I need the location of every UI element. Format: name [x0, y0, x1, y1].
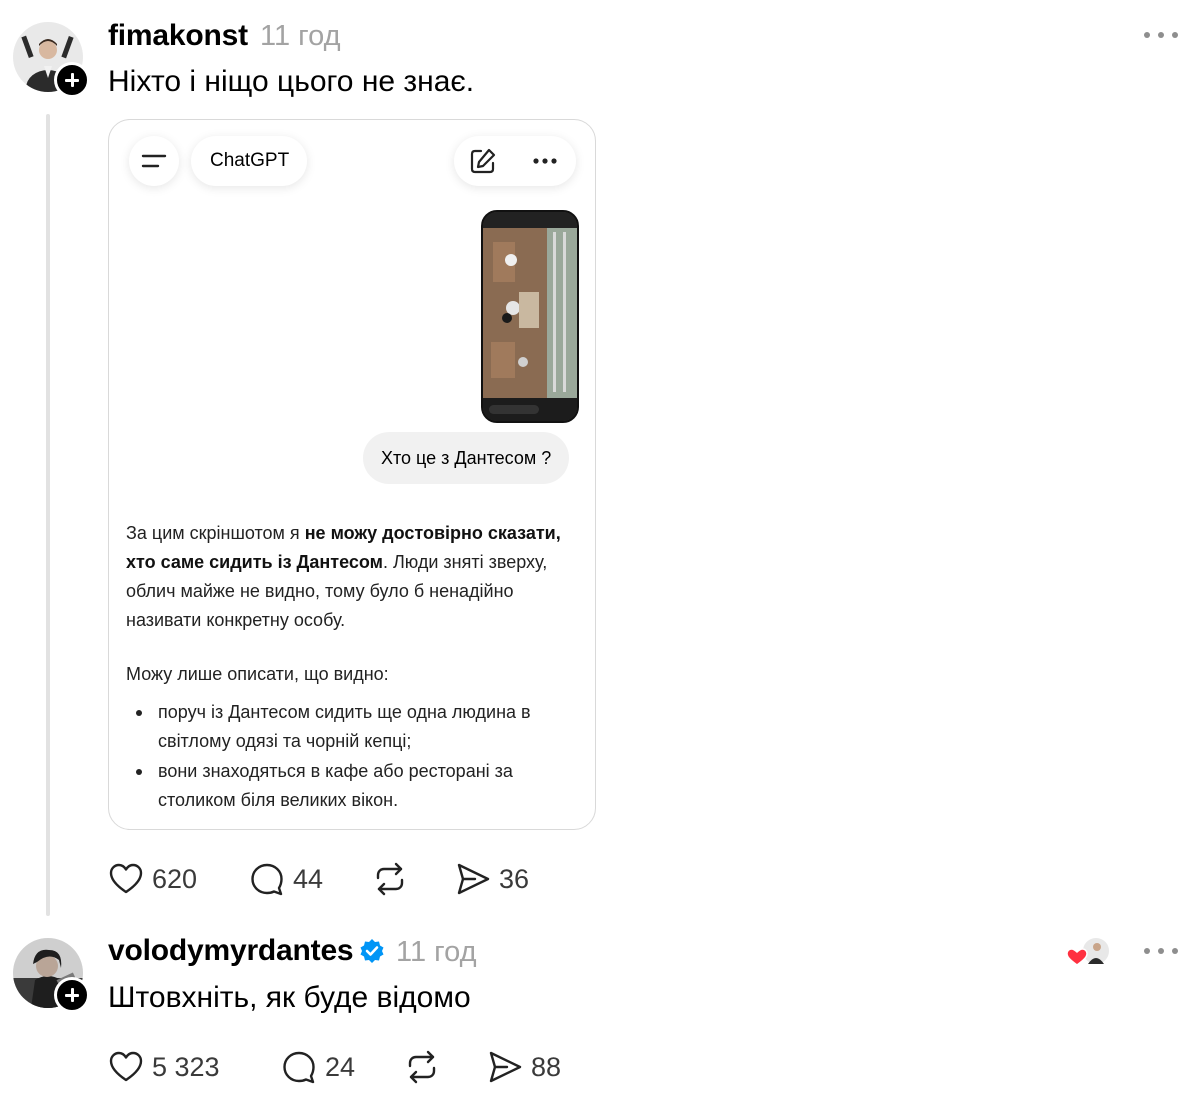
assistant-answer-lead: Можу лише описати, що видно:	[126, 664, 389, 684]
answer-bullet: вони знаходяться в кафе або ресторані за…	[126, 757, 576, 815]
post-text: Ніхто і ніщо цього не знає.	[108, 65, 475, 98]
chatgpt-title: ChatGPT	[210, 150, 290, 171]
reply-reply-button[interactable]: 24	[281, 1047, 355, 1087]
repost-button[interactable]	[371, 859, 409, 899]
reply-like-button[interactable]: 5 323	[108, 1047, 220, 1087]
post-timestamp[interactable]: 11 год	[260, 18, 341, 54]
like-count: 620	[152, 864, 198, 894]
share-icon	[457, 863, 490, 895]
post-username[interactable]: fimakonst	[108, 18, 248, 54]
share-button[interactable]: 36	[455, 859, 529, 899]
repost-icon	[376, 862, 404, 896]
follow-plus-icon[interactable]	[54, 62, 90, 98]
reply-reply-count: 24	[325, 1052, 356, 1082]
reply-like-count: 5 323	[152, 1052, 220, 1082]
verified-icon	[360, 939, 384, 963]
assistant-answer-paragraph: За цим скріншотом я не можу достовірно с…	[126, 519, 576, 635]
reply-share-button[interactable]: 88	[487, 1047, 561, 1087]
share-count: 36	[499, 864, 530, 894]
reply-text: Штовхніть, як буде відомо	[108, 981, 471, 1014]
reply-username[interactable]: volodymyrdantes	[108, 933, 354, 969]
menu-icon	[141, 154, 167, 168]
repost-icon	[408, 1050, 436, 1084]
reply-repost-button[interactable]	[403, 1047, 441, 1087]
header-actions	[454, 136, 576, 186]
heart-icon	[109, 1051, 143, 1082]
like-button[interactable]: 620	[108, 859, 197, 899]
thread-line	[46, 114, 50, 916]
heart-icon	[1066, 948, 1088, 966]
reply-timestamp[interactable]: 11 год	[396, 934, 477, 970]
user-question-bubble: Хто це з Дантесом ?	[363, 432, 570, 484]
reply-count: 44	[293, 864, 324, 894]
chatgpt-title-pill: ChatGPT	[191, 136, 307, 186]
liked-by-author-indicator	[1066, 936, 1112, 968]
answer-text: За цим скріншотом я	[126, 523, 305, 543]
uploaded-screenshot-thumbnail	[481, 210, 579, 423]
new-chat-icon	[470, 148, 496, 174]
comment-icon	[251, 863, 283, 896]
answer-bullet: поруч із Дантесом сидить ще одна людина …	[126, 698, 576, 756]
post-more-icon[interactable]	[1144, 29, 1180, 41]
attached-screenshot[interactable]: ChatGPT Хто це з Дантесом ? За цим скрін…	[108, 119, 596, 830]
share-icon	[489, 1051, 522, 1083]
reply-button[interactable]: 44	[249, 859, 323, 899]
menu-button	[129, 136, 179, 186]
chat-more-icon	[533, 158, 557, 164]
reply-share-count: 88	[531, 1052, 562, 1082]
heart-icon	[109, 863, 143, 894]
comment-icon	[283, 1051, 315, 1084]
follow-plus-icon[interactable]	[54, 977, 90, 1013]
reply-more-icon[interactable]	[1144, 945, 1180, 957]
